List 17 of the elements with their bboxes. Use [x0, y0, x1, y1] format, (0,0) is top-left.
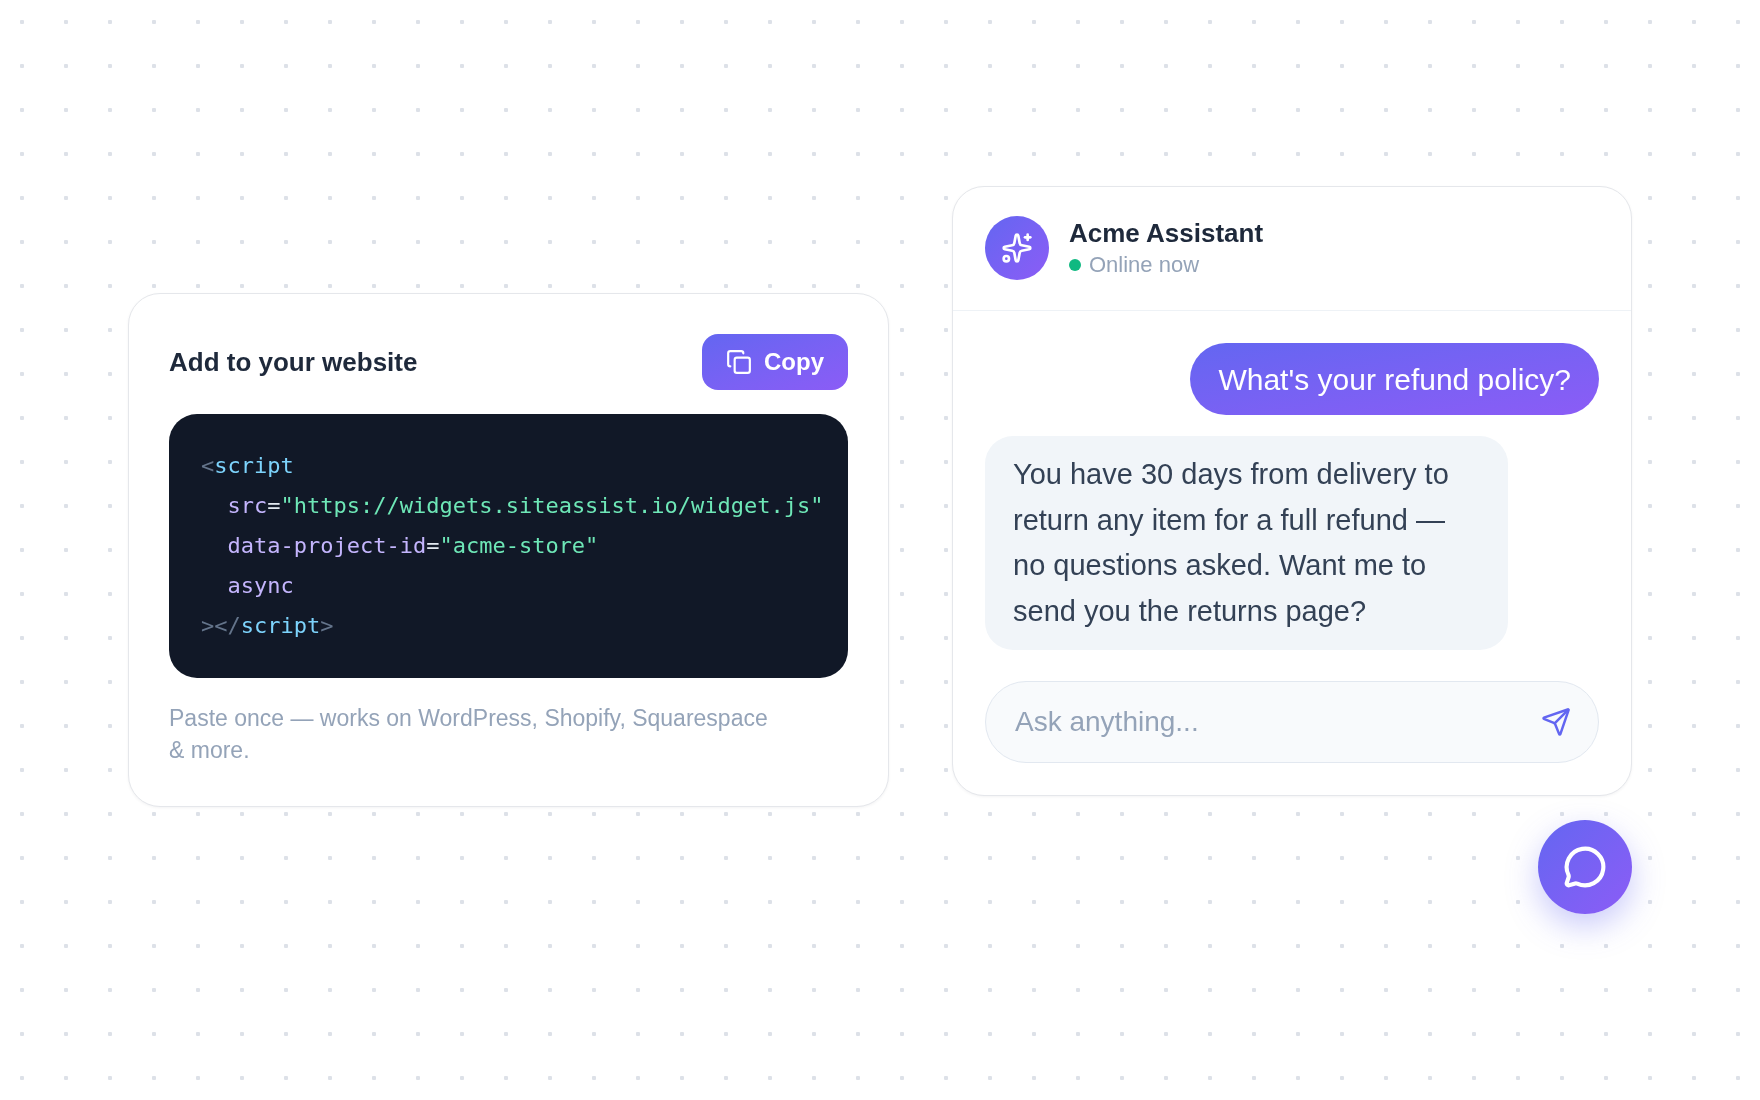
card-title: Add to your website	[169, 345, 418, 379]
send-button[interactable]	[1541, 707, 1571, 737]
copy-icon	[726, 349, 752, 375]
copy-button[interactable]: Copy	[702, 334, 848, 390]
assistant-message: You have 30 days from delivery to return any item for a full refund — no questions asked. Want me to send you the returns page?	[985, 436, 1508, 650]
message-input[interactable]: Ask anything...	[985, 681, 1599, 763]
user-message: What's your refund policy?	[1190, 343, 1599, 415]
help-text: Paste once — works on WordPress, Shopify, Squarespace & more.	[169, 704, 769, 765]
code-line: data-project-id="acme-store"	[227, 532, 599, 560]
code-line: ></script>	[201, 612, 334, 640]
code-line: src="https://widgets.siteassist.io/widget.js"	[227, 492, 824, 520]
assistant-name: Acme Assistant	[1069, 217, 1264, 249]
status-text: Online now	[1089, 251, 1200, 279]
chat-bubble-icon	[1563, 845, 1607, 889]
code-line: async	[227, 572, 294, 600]
send-icon	[1541, 707, 1571, 737]
code-line: <script	[201, 452, 294, 480]
